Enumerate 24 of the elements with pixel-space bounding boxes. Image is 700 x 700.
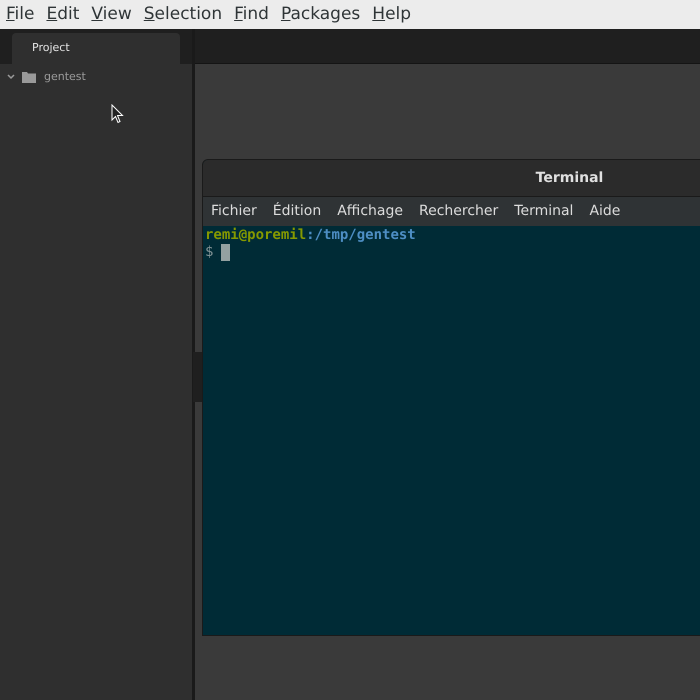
menu-item[interactable]: Fichier [211,201,257,222]
menu-item[interactable]: Help [372,2,412,28]
chevron-down-icon[interactable] [6,72,16,82]
menu-item[interactable]: Rechercher [418,201,498,222]
folder-name[interactable]: gentest [44,68,86,86]
menu-item[interactable]: Affichage [337,201,403,222]
mouse-cursor-icon [111,104,124,124]
resize-handle[interactable] [193,352,203,402]
tab[interactable]: Project [12,33,180,64]
prompt-path: :/tmp/gentest [306,227,416,244]
menu-item[interactable]: Find [234,2,269,28]
window-title: Terminal [536,168,604,188]
menu-item[interactable]: Selection [144,2,222,28]
prompt-user: remi@poremil [205,227,306,244]
menu-item[interactable]: Aide [589,201,620,222]
menu-item[interactable]: Packages [280,2,360,28]
menu-item[interactable]: Edit [46,2,80,28]
folder-icon [22,71,36,83]
menu-item[interactable]: Édition [272,201,322,222]
menu-item[interactable]: View [91,2,132,28]
menu-item[interactable]: File [6,2,34,28]
prompt-symbol: $ [205,244,214,261]
text-cursor [221,244,230,261]
menu-item[interactable]: Terminal [514,201,574,222]
